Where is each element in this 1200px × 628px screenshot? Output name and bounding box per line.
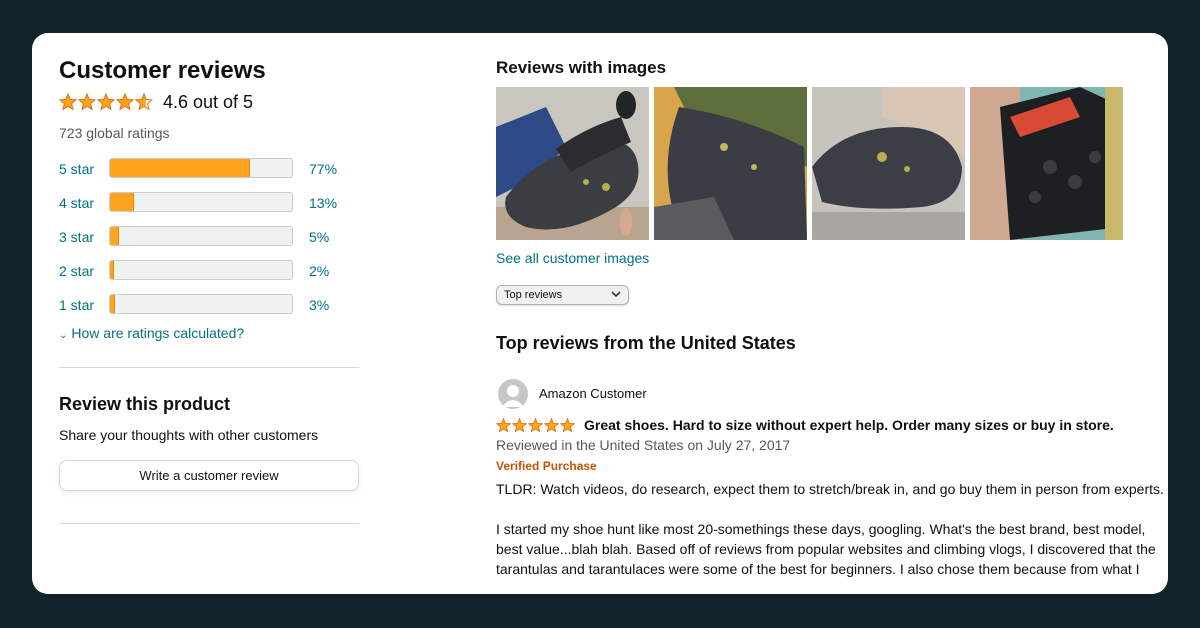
review-product-heading: Review this product [59, 394, 231, 414]
reviews-column: Reviews with images See all customer ima… [496, 33, 1168, 594]
chevron-down-icon: ⌄ [59, 330, 68, 341]
reviews-card: Customer reviews 4.6 out of 5 723 global… [32, 33, 1168, 594]
review-rating-line: Great shoes. Hard to size without expert… [496, 416, 1114, 434]
star-icon [560, 417, 575, 432]
star-icon [116, 93, 134, 111]
see-all-images-link[interactable]: See all customer images [496, 250, 649, 266]
histogram-percent[interactable]: 13% [309, 195, 337, 211]
histogram-fill [110, 159, 251, 177]
how-ratings-label[interactable]: How are ratings calculated? [71, 325, 244, 341]
histogram-bar[interactable] [109, 192, 293, 212]
histogram-fill [110, 295, 116, 313]
review-paragraph: I started my shoe hunt like most 20-some… [496, 521, 1156, 577]
star-icon [97, 93, 115, 111]
review-image-2[interactable] [654, 87, 807, 240]
star-icon [78, 93, 96, 111]
histogram-row-2[interactable]: 2 star 2% [59, 260, 359, 282]
histogram-percent[interactable]: 2% [309, 263, 329, 279]
review-date: Reviewed in the United States on July 27… [496, 437, 791, 453]
star-icon [135, 93, 153, 111]
histogram-row-4[interactable]: 4 star 13% [59, 192, 359, 214]
review-product-subtitle: Share your thoughts with other customers [59, 427, 319, 443]
histogram-label[interactable]: 3 star [59, 229, 94, 245]
review-paragraph: TLDR: Watch videos, do research, expect … [496, 481, 1164, 497]
divider [59, 523, 359, 524]
sort-selected-value: Top reviews [504, 289, 563, 301]
global-ratings-count: 723 global ratings [59, 125, 170, 141]
histogram-row-3[interactable]: 3 star 5% [59, 226, 359, 248]
reviewer-name[interactable]: Amazon Customer [539, 386, 647, 401]
histogram-label[interactable]: 4 star [59, 195, 94, 211]
histogram-percent[interactable]: 5% [309, 229, 329, 245]
average-stars [59, 93, 153, 111]
write-review-button[interactable]: Write a customer review [59, 460, 359, 491]
histogram-label[interactable]: 2 star [59, 263, 94, 279]
review-stars[interactable] [496, 417, 575, 433]
histogram-label[interactable]: 5 star [59, 161, 94, 177]
histogram-bar[interactable] [109, 294, 293, 314]
histogram-row-5[interactable]: 5 star 77% [59, 158, 359, 180]
review-image-1[interactable] [496, 87, 649, 240]
review-image-strip [496, 87, 1123, 240]
rating-text: 4.6 out of 5 [163, 91, 254, 112]
histogram-fill [110, 193, 134, 211]
histogram-percent[interactable]: 77% [309, 161, 337, 177]
histogram-percent[interactable]: 3% [309, 297, 329, 313]
star-icon [59, 93, 77, 111]
histogram-fill [110, 227, 120, 245]
star-icon [544, 417, 559, 432]
review-body: TLDR: Watch videos, do research, expect … [496, 479, 1168, 594]
customer-reviews-heading: Customer reviews [59, 57, 266, 84]
chevron-down-icon [611, 291, 621, 298]
histogram-bar[interactable] [109, 158, 293, 178]
top-reviews-heading: Top reviews from the United States [496, 333, 796, 353]
histogram-row-1[interactable]: 1 star 3% [59, 294, 359, 316]
avatar [498, 379, 528, 409]
histogram-label[interactable]: 1 star [59, 297, 94, 313]
star-icon [528, 417, 543, 432]
review-image-4[interactable] [970, 87, 1123, 240]
divider [59, 367, 359, 368]
review-headline[interactable]: Great shoes. Hard to size without expert… [584, 417, 1114, 433]
verified-purchase-badge: Verified Purchase [496, 459, 597, 473]
histogram-bar[interactable] [109, 226, 293, 246]
star-icon [496, 417, 511, 432]
average-rating[interactable]: 4.6 out of 5 [59, 91, 253, 113]
how-ratings-calculated-link[interactable]: ⌄ How are ratings calculated? [59, 325, 244, 341]
sort-reviews-select[interactable]: Top reviews [496, 285, 629, 305]
histogram-bar[interactable] [109, 260, 293, 280]
histogram-fill [110, 261, 114, 279]
user-icon [502, 385, 524, 407]
star-icon [512, 417, 527, 432]
reviews-with-images-heading: Reviews with images [496, 58, 667, 77]
review-image-3[interactable] [812, 87, 965, 240]
